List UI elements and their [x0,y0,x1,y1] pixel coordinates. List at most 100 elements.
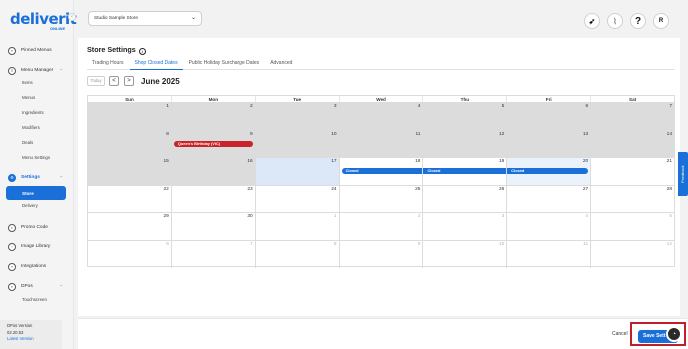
calendar-event-holiday[interactable]: Queen's Birthday (VIC) [173,140,253,147]
day-cell[interactable]: 5 [423,103,508,130]
pin-icon: ▪ [8,46,16,55]
day-number: 10 [498,241,505,247]
calendar-event-closed[interactable]: Closed [423,168,507,174]
tab-shop-closed-dates[interactable]: Shop Closed Dates [129,58,183,70]
tab-advanced[interactable]: Advanced [265,58,297,70]
chat-icon[interactable]: ◔ [666,326,682,342]
sidebar-sub-ingredients[interactable]: Ingredients [22,110,44,115]
calendar-week: 6 7 8 9 10 11 12 [88,240,674,269]
sidebar-item-image-library[interactable]: ▫ Image Library [6,240,66,253]
day-number: 12 [666,241,673,247]
sidebar-item-menu-manager[interactable]: ≡ Menu Manager ⌃ [6,64,66,77]
day-cell-other-month[interactable]: 7 [172,240,256,268]
avatar[interactable]: R [653,13,669,29]
tab-trading-hours[interactable]: Trading Hours [87,58,129,70]
rocket-icon[interactable]: ➶ [584,13,600,29]
sidebar-sub-menus[interactable]: Menus [22,95,35,100]
day-cell[interactable]: 21 [591,158,674,185]
day-number: 7 [250,241,253,247]
day-cell[interactable]: 6 [507,103,592,130]
day-cell-other-month[interactable]: 10 [423,240,508,268]
sidebar-sub-store[interactable]: Store [6,186,66,200]
day-cell[interactable]: 10 [255,130,340,157]
day-cell[interactable]: 9 Queen's Birthday (VIC) [171,130,256,157]
day-number: 1 [333,214,337,219]
sidebar-item-label: Settings [21,175,40,180]
day-number: 21 [666,159,673,164]
day-cell[interactable]: 25 [340,185,424,212]
day-number: 9 [250,131,253,137]
day-cell[interactable]: 7 [591,103,675,130]
today-button[interactable]: Today [87,76,105,86]
day-number: 1 [166,104,169,109]
day-cell[interactable]: 22 [88,185,172,212]
day-cell[interactable]: 11 [339,130,424,157]
sidebar-item-promo-code[interactable]: ▪ Promo Code [6,221,66,234]
day-cell[interactable]: 19 Closed [423,158,508,185]
day-cell[interactable]: 26 [423,185,508,212]
day-cell[interactable]: 14 [591,130,675,157]
store-select[interactable]: Studio Sample Store ⌄ [88,11,202,26]
day-cell[interactable]: 13 [507,130,592,157]
day-cell[interactable]: 4 [339,103,424,130]
day-cell[interactable]: 3 [255,103,340,130]
day-cell[interactable]: 27 [507,185,592,212]
day-cell-other-month[interactable]: 4 [507,213,592,240]
calendar-week: 8 9 Queen's Birthday (VIC) 10 11 12 13 1… [88,130,675,158]
day-cell[interactable]: 30 [172,213,256,240]
info-icon[interactable]: i [138,48,146,55]
collapse-sidebar-button[interactable]: ‹ [68,13,76,21]
tab-public-holiday-surcharge-dates[interactable]: Public Holiday Surcharge Dates [184,58,265,70]
day-cell-other-month[interactable]: 6 [88,240,172,268]
day-cell-other-month[interactable]: 8 [256,240,340,268]
day-cell[interactable]: 18 Closed [340,158,424,185]
chevron-up-icon: ⌃ [59,68,63,73]
day-cell-other-month[interactable]: 9 [340,240,424,268]
sidebar-item-pinned-menus[interactable]: ▪ Pinned Menus [6,44,66,57]
calendar-event-closed[interactable]: Closed [341,168,423,174]
day-cell[interactable]: 24 [256,185,340,212]
day-cell-other-month[interactable]: 12 [591,241,674,269]
next-month-button[interactable]: > [124,76,134,86]
sidebar-item-settings[interactable]: ⚙ Settings ⌃ [6,171,66,184]
day-cell-other-month[interactable]: 1 [256,213,340,240]
day-cell[interactable]: 15 [88,158,172,185]
day-cell-other-month[interactable]: 5 [591,213,674,240]
tag-icon: ▪ [8,223,16,232]
help-icon[interactable]: ? [630,13,646,29]
day-cell[interactable]: 1 [88,103,172,130]
cancel-button[interactable]: Cancel [612,331,628,337]
sidebar-sub-delivery[interactable]: Delivery [22,203,38,208]
sidebar-sub-modifiers[interactable]: Modifiers [22,125,40,130]
sidebar-sub-menu-settings[interactable]: Menu Settings [22,155,50,160]
day-number: 24 [331,186,337,192]
day-cell[interactable]: 16 [171,158,256,185]
day-cell[interactable]: 29 [88,213,172,240]
day-cell-other-month[interactable]: 11 [507,240,592,268]
day-cell[interactable]: 2 [171,103,256,130]
weekday-label: Wed [340,96,424,102]
sidebar-sub-deals[interactable]: Deals [22,140,33,145]
day-number: 18 [415,159,421,164]
sidebar-sub-items[interactable]: Items [22,80,33,85]
day-number: 6 [166,241,169,247]
prev-month-button[interactable]: < [109,76,119,86]
latest-version-link[interactable]: Latest Version [7,336,34,341]
sidebar-item-dpos[interactable]: ▪ DPos ⌃ [6,280,66,293]
day-cell-other-month[interactable]: 3 [423,213,508,240]
day-cell[interactable]: 20 Closed [507,158,592,185]
day-cell-other-month[interactable]: 2 [340,213,424,240]
day-cell[interactable]: 23 [172,185,256,212]
paperclip-icon[interactable]: ⌇ [607,13,623,29]
day-cell[interactable]: 28 [591,186,674,213]
feedback-tab[interactable]: Feedback [678,152,688,196]
day-cell[interactable]: 12 [423,130,508,157]
weekday-label: Mon [172,96,256,102]
calendar-event-closed[interactable]: Closed [507,168,589,174]
sidebar: deliverit ONLINE ▪ Pinned Menus ≡ Menu M… [0,0,77,349]
day-cell[interactable]: 8 [88,130,172,157]
day-number: 5 [501,104,505,109]
sidebar-item-integrations[interactable]: ⌁ Integrations [6,260,66,273]
day-cell-today[interactable]: 17 [255,158,340,185]
sidebar-sub-touchscreen[interactable]: Touchscreen [22,297,47,302]
